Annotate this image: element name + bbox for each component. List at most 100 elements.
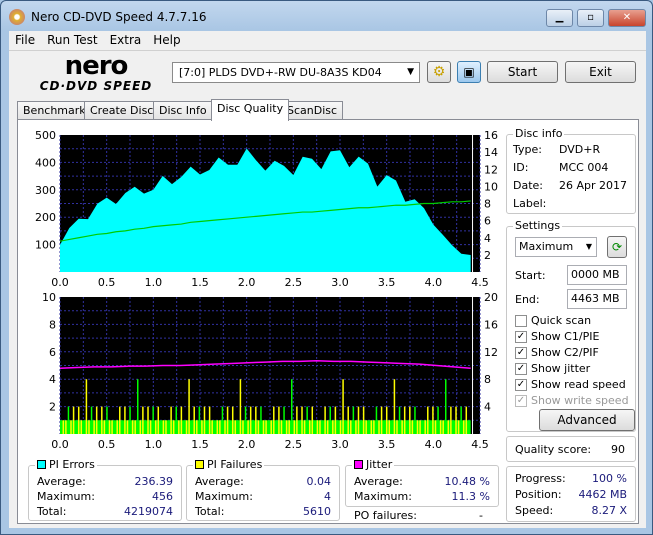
x-tick-label: 2.0	[238, 276, 256, 289]
pi-failure-bar	[190, 420, 193, 434]
drive-info-button[interactable]: ⚙	[427, 61, 451, 83]
minimize-button[interactable]: ▁	[546, 9, 573, 27]
menu-extra[interactable]: Extra	[104, 31, 148, 47]
tab-create-disc[interactable]: Create Disc	[84, 101, 160, 120]
pi-failure-bar	[62, 420, 65, 434]
pi-failure-bar	[65, 420, 67, 434]
pi-failure-bar	[437, 406, 439, 434]
average-label: Average:	[354, 475, 403, 488]
tab-disc-info[interactable]: Disc Info	[153, 101, 213, 120]
pi-failure-bar	[252, 420, 254, 434]
exit-button[interactable]: Exit	[565, 61, 636, 83]
checkbox-2[interactable]: ✓	[515, 347, 527, 359]
pi-failure-bar	[170, 406, 172, 434]
pi-failure-bar	[465, 406, 468, 434]
pi-failure-bar	[380, 406, 383, 434]
pi-failure-bar	[119, 406, 121, 434]
y-tick-label: 6	[49, 346, 56, 359]
total-label: Total:	[195, 505, 225, 518]
position-label: Position:	[515, 488, 562, 501]
id-value: MCC 004	[559, 161, 609, 174]
pi-failure-bar	[421, 420, 424, 434]
refresh-button[interactable]: ⟳	[607, 236, 627, 258]
chevron-down-icon: ▼	[407, 67, 414, 77]
pi-failure-bar	[88, 420, 90, 434]
y2-tick-label: 4	[484, 232, 491, 245]
pi-failure-bar	[357, 406, 360, 434]
speed-label: Speed:	[515, 504, 554, 517]
average-label: Average:	[37, 475, 86, 488]
speed-select[interactable]: Maximum ▼	[515, 237, 597, 257]
pi-failure-bar	[142, 406, 144, 434]
pi-failure-bar	[265, 420, 267, 434]
end-input[interactable]: 4463 MB	[567, 289, 627, 309]
menu-run-test[interactable]: Run Test	[41, 31, 103, 47]
pi-failure-bar	[198, 406, 201, 434]
pi-failure-bar	[95, 406, 98, 434]
y2-tick-label: 4	[484, 401, 491, 414]
progress-label: Progress:	[515, 472, 566, 485]
pi-failure-bar	[316, 420, 319, 434]
pi-failure-bar	[383, 420, 385, 434]
pi-failure-bar	[439, 420, 442, 434]
y-tick-label: 100	[35, 239, 56, 252]
start-input[interactable]: 0000 MB	[567, 265, 627, 285]
pi-failure-bar	[219, 420, 221, 434]
pi-failure-bar	[468, 420, 470, 434]
date-label: Date:	[513, 179, 543, 192]
pi-failure-bar	[72, 406, 75, 434]
close-button[interactable]: ✕	[608, 9, 646, 27]
start-button[interactable]: Start	[487, 61, 558, 83]
checkbox-3[interactable]: ✓	[515, 363, 527, 375]
pi-failure-bar	[131, 420, 134, 434]
speed-readout: 8.27 X	[591, 504, 627, 517]
average-value: 10.48 %	[444, 475, 490, 488]
pi-failure-bar	[70, 420, 72, 434]
tab-disc-quality[interactable]: Disc Quality	[211, 99, 290, 121]
pi-failure-bar	[111, 420, 113, 434]
pi-failure-bar	[152, 406, 154, 434]
pi-failure-bar	[447, 420, 450, 434]
logo-nero: nero	[64, 51, 129, 81]
maximum-label: Maximum:	[37, 490, 95, 503]
pi-failure-bar	[90, 406, 93, 434]
jitter-group: Jitter Average: 10.48 % Maximum: 11.3 %	[345, 458, 499, 507]
pi-failure-bar	[188, 379, 190, 434]
checkbox-0[interactable]	[515, 315, 527, 327]
pi-errors-chart: 0.0 0.5 1.0 1.5 2.0 2.5 3.0 3.5 4.0 4.5 100 200 300 4…	[22, 130, 502, 290]
checkbox-label: Quick scan	[531, 314, 592, 327]
save-button[interactable]: ▣	[457, 61, 481, 83]
checkbox-4[interactable]: ✓	[515, 379, 527, 391]
maximize-button[interactable]: ▫	[577, 9, 604, 27]
checkbox-5[interactable]: ✓	[515, 395, 527, 407]
pi-failure-bar	[416, 420, 419, 434]
tab-scandisc[interactable]: ScanDisc	[281, 101, 344, 120]
pi-failure-bar	[396, 420, 398, 434]
x-tick-label: 0.5	[98, 438, 116, 451]
average-value: 0.04	[306, 475, 332, 488]
floppy-icon: ▣	[463, 65, 475, 79]
pi-failure-bar	[175, 406, 177, 434]
tab-benchmark[interactable]: Benchmark	[17, 101, 92, 120]
x-tick-label: 2.5	[285, 438, 303, 451]
pi-failure-bar	[255, 406, 257, 434]
pi-failure-bar	[326, 420, 329, 434]
advanced-button[interactable]: Advanced	[539, 409, 635, 431]
pi-failure-bar	[347, 406, 349, 434]
pi-failure-bar	[124, 406, 126, 434]
pi-failure-bar	[401, 420, 403, 434]
menu-file[interactable]: File	[9, 31, 41, 47]
pi-failure-bar	[162, 420, 165, 434]
menu-help[interactable]: Help	[147, 31, 186, 47]
maximum-value: 11.3 %	[451, 490, 490, 503]
pi-failure-bar	[283, 406, 285, 434]
pi-failure-bar	[329, 406, 331, 434]
pi-failure-bar	[106, 406, 108, 434]
checkbox-1[interactable]: ✓	[515, 331, 527, 343]
x-tick-label: 4.5	[471, 438, 489, 451]
y-tick-label: 4	[49, 373, 56, 386]
checkbox-label: Show read speed	[531, 378, 626, 391]
pi-failure-bar	[262, 420, 265, 434]
pi-failure-bar	[375, 406, 378, 434]
drive-select[interactable]: [7:0] PLDS DVD+-RW DU-8A3S KD04 ▼	[172, 62, 420, 83]
